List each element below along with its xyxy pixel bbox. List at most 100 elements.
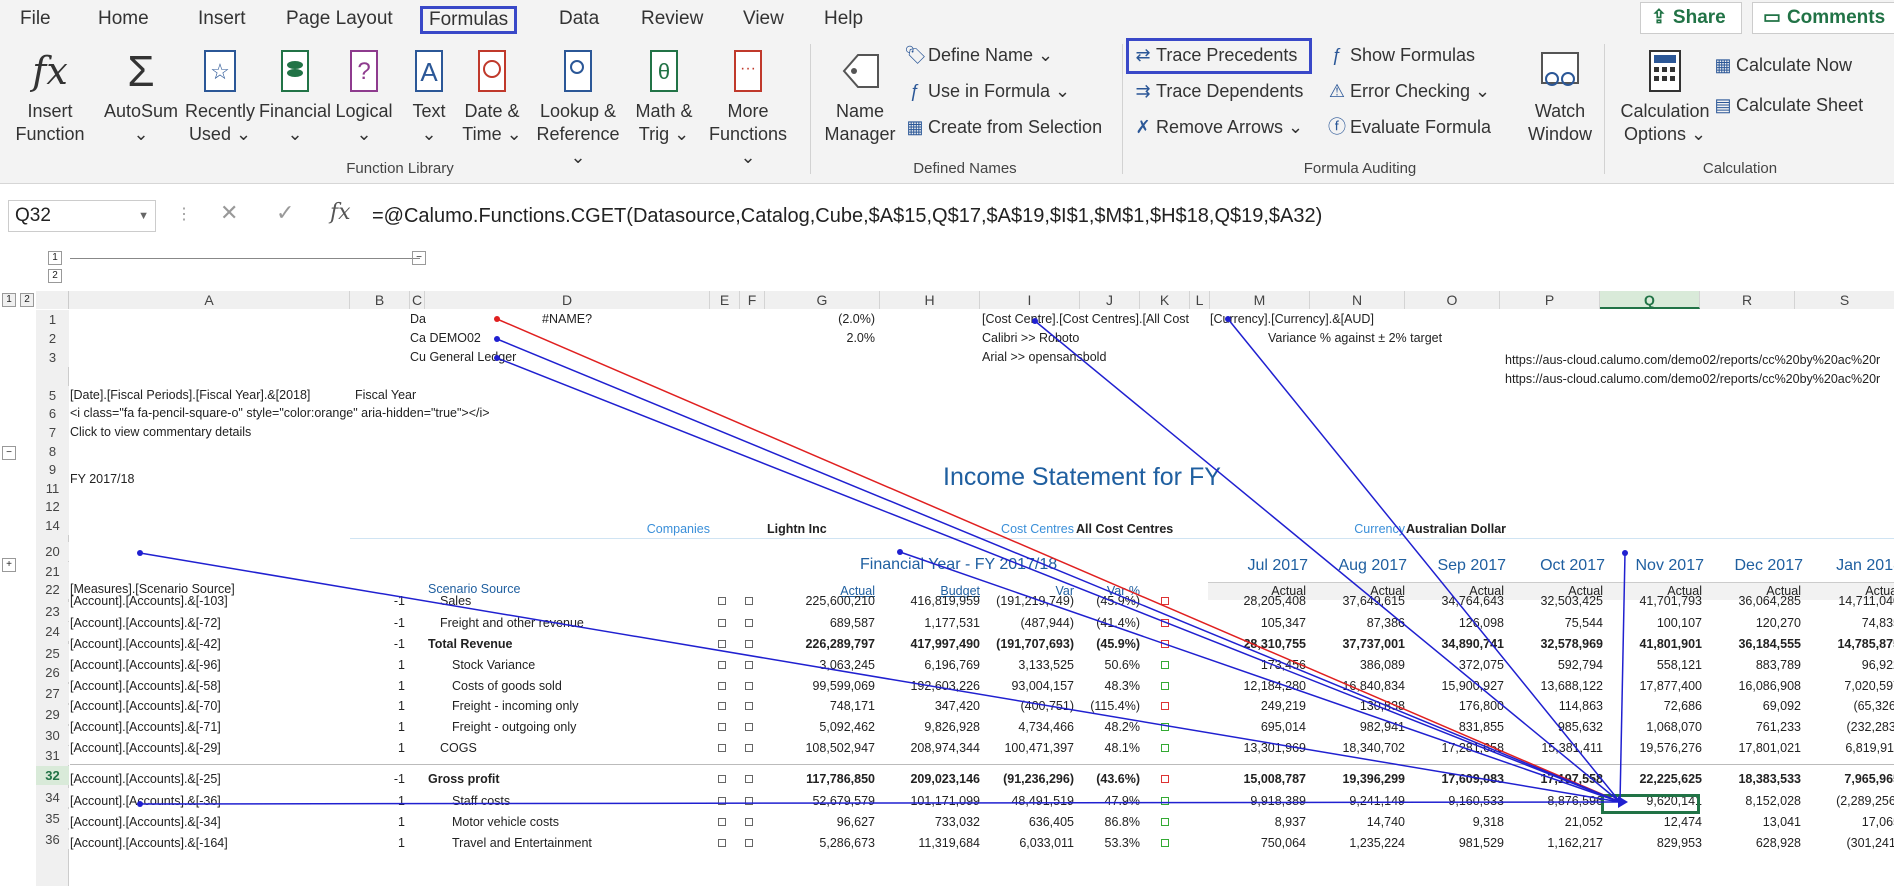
- cell-P36[interactable]: 1,162,217: [1507, 834, 1603, 852]
- cell-Q32[interactable]: 22,225,625: [1606, 770, 1702, 788]
- cell-P25[interactable]: 592,794: [1507, 656, 1603, 674]
- outline-collapse-button[interactable]: −: [412, 251, 426, 265]
- cell-I32[interactable]: (91,236,296): [980, 770, 1074, 788]
- tab-data[interactable]: Data: [553, 6, 605, 34]
- row-header-8[interactable]: 8: [36, 442, 69, 461]
- cell-G23[interactable]: 689,587: [765, 614, 875, 632]
- cell-month-header-6[interactable]: Jan 2018: [1804, 555, 1894, 577]
- cell-M27[interactable]: 249,219: [1210, 697, 1306, 715]
- cell-J32[interactable]: (43.6%): [1080, 770, 1140, 788]
- cell-R26[interactable]: 16,086,908: [1705, 677, 1801, 695]
- cell-B22[interactable]: -1: [350, 592, 405, 610]
- cell-P34[interactable]: 8,876,596: [1507, 792, 1603, 810]
- cell-D1[interactable]: #NAME?: [542, 310, 592, 328]
- column-header-K[interactable]: K: [1140, 291, 1190, 309]
- cell-P32[interactable]: 17,197,558: [1507, 770, 1603, 788]
- cell-O36[interactable]: 981,529: [1408, 834, 1504, 852]
- row-header-7[interactable]: 7: [36, 423, 69, 442]
- cell-Q24[interactable]: 41,801,901: [1606, 635, 1702, 653]
- column-header-L[interactable]: L: [1190, 291, 1210, 309]
- cell-B24[interactable]: -1: [350, 635, 405, 653]
- cell-B27[interactable]: 1: [350, 697, 405, 715]
- cell-J27[interactable]: (115.4%): [1080, 697, 1140, 715]
- cell-H35[interactable]: 733,032: [880, 813, 980, 831]
- row-header-24[interactable]: 24: [36, 622, 69, 641]
- cell-B25[interactable]: 1: [350, 656, 405, 674]
- cell-D35[interactable]: Motor vehicle costs: [452, 813, 559, 831]
- row-header-31[interactable]: 31: [36, 746, 69, 765]
- cell-R22[interactable]: 36,064,285: [1705, 592, 1801, 610]
- cell-I24[interactable]: (191,707,693): [980, 635, 1074, 653]
- cell-G27[interactable]: 748,171: [765, 697, 875, 715]
- cell-M24[interactable]: 28,310,755: [1210, 635, 1306, 653]
- cell-P35[interactable]: 21,052: [1507, 813, 1603, 831]
- cell-I27[interactable]: (400,751): [980, 697, 1074, 715]
- cell-D26[interactable]: Costs of goods sold: [452, 677, 562, 695]
- cell-Q23[interactable]: 100,107: [1606, 614, 1702, 632]
- cell-D24[interactable]: Total Revenue: [428, 635, 513, 653]
- financial-button[interactable]: Financial ⌄: [258, 46, 332, 146]
- evaluate-formula-button[interactable]: ⓕ Evaluate Formula: [1326, 114, 1491, 140]
- name-box[interactable]: Q32 ▼: [8, 200, 156, 232]
- cell-A7[interactable]: Click to view commentary details: [70, 423, 251, 441]
- cell-G25[interactable]: 3,063,245: [765, 656, 875, 674]
- cell-Q27[interactable]: 72,686: [1606, 697, 1702, 715]
- cancel-icon[interactable]: ✕: [220, 200, 238, 226]
- tab-insert[interactable]: Insert: [192, 6, 252, 34]
- worksheet-grid[interactable]: 1 2−1 2 A B C D E F G H I J K L M N O P Q R S 1 2 3 5 6 7 9 11 12 14 20 2…: [0, 248, 1894, 886]
- check-E34[interactable]: [718, 797, 726, 805]
- row-header-6[interactable]: 6: [36, 404, 69, 423]
- calculate-now-button[interactable]: ▦ Calculate Now: [1712, 52, 1852, 78]
- cell-N34[interactable]: 9,241,149: [1309, 792, 1405, 810]
- check-F25[interactable]: [745, 661, 753, 669]
- cell-R36[interactable]: 628,928: [1705, 834, 1801, 852]
- cell-S25[interactable]: 96,922: [1804, 656, 1894, 674]
- row-header-23[interactable]: 23: [36, 602, 69, 621]
- active-cell-Q32[interactable]: [1601, 794, 1700, 814]
- cell-J34[interactable]: 47.9%: [1080, 792, 1140, 810]
- date-time-button[interactable]: Date & Time ⌄: [460, 46, 524, 146]
- recently-used-button[interactable]: ☆ Recently Used ⌄: [182, 46, 258, 146]
- check-F23[interactable]: [745, 619, 753, 627]
- column-header-N[interactable]: N: [1310, 291, 1405, 309]
- cell-N23[interactable]: 87,386: [1309, 614, 1405, 632]
- row-header-21[interactable]: 21: [36, 562, 69, 581]
- error-checking-button[interactable]: ⚠ Error Checking ⌄: [1326, 78, 1490, 104]
- check-E26[interactable]: [718, 682, 726, 690]
- cell-fy-header[interactable]: Financial Year - FY 2017/18: [860, 554, 1057, 576]
- cell-B23[interactable]: -1: [350, 614, 405, 632]
- cell-N35[interactable]: 14,740: [1309, 813, 1405, 831]
- cell-Q26[interactable]: 17,877,400: [1606, 677, 1702, 695]
- cell-A27[interactable]: [Account].[Accounts].&[-70]: [70, 697, 221, 715]
- row-outline-level-2-button[interactable]: 2: [20, 293, 34, 307]
- cell-currency-label[interactable]: Currency: [1300, 520, 1405, 538]
- row-outline-level-1-button[interactable]: 1: [2, 293, 16, 307]
- row-header-36[interactable]: 36: [36, 830, 69, 849]
- cell-P22[interactable]: 32,503,425: [1507, 592, 1603, 610]
- outline-level-1-button[interactable]: 1: [48, 251, 62, 265]
- more-functions-button[interactable]: ··· More Functions ⌄: [702, 46, 794, 169]
- cell-H26[interactable]: 192,603,226: [880, 677, 980, 695]
- cell-S27[interactable]: (65,326): [1804, 697, 1894, 715]
- check-F34[interactable]: [745, 797, 753, 805]
- cell-H25[interactable]: 6,196,769: [880, 656, 980, 674]
- column-header-I[interactable]: I: [980, 291, 1080, 309]
- row-header-27[interactable]: 27: [36, 684, 69, 703]
- cell-H34[interactable]: 101,171,099: [880, 792, 980, 810]
- column-header-F[interactable]: F: [740, 291, 765, 309]
- cell-O34[interactable]: 9,160,533: [1408, 792, 1504, 810]
- cell-N36[interactable]: 1,235,224: [1309, 834, 1405, 852]
- cell-R24[interactable]: 36,184,555: [1705, 635, 1801, 653]
- cell-A36[interactable]: [Account].[Accounts].&[-164]: [70, 834, 228, 852]
- column-header-P[interactable]: P: [1500, 291, 1600, 309]
- check-E27[interactable]: [718, 702, 726, 710]
- cell-A23[interactable]: [Account].[Accounts].&[-72]: [70, 614, 221, 632]
- cell-Q30[interactable]: 19,576,276: [1606, 739, 1702, 757]
- cell-G2[interactable]: 2.0%: [765, 329, 876, 347]
- outline-expand-row-button[interactable]: +: [2, 558, 16, 572]
- cell-R32[interactable]: 18,383,533: [1705, 770, 1801, 788]
- cell-S22[interactable]: 14,711,040: [1804, 592, 1894, 610]
- cell-A29[interactable]: [Account].[Accounts].&[-71]: [70, 718, 221, 736]
- cell-I36[interactable]: 6,033,011: [980, 834, 1074, 852]
- cell-O26[interactable]: 15,900,927: [1408, 677, 1504, 695]
